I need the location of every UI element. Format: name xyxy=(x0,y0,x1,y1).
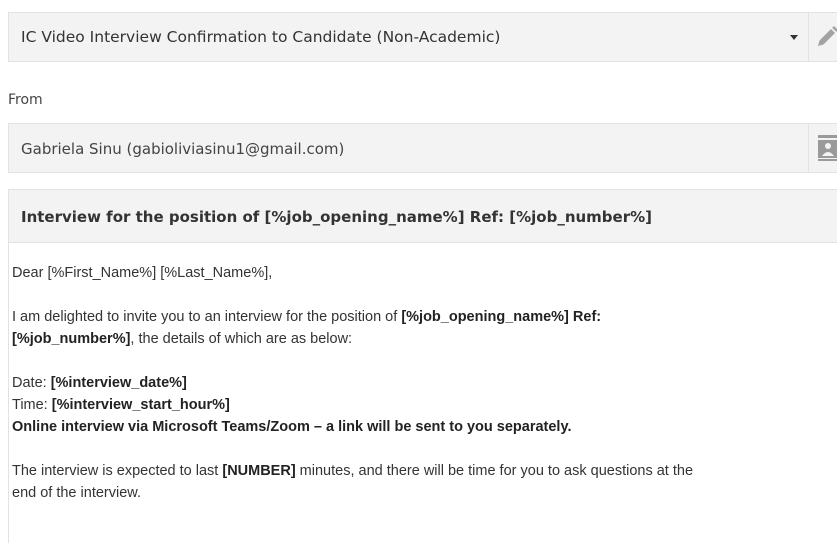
from-value: Gabriela Sinu (gabioliviasinu1@gmail.com… xyxy=(21,140,345,158)
body-greeting: Dear [%First_Name%] [%Last_Name%], xyxy=(12,265,273,281)
template-divider xyxy=(808,13,809,61)
body-text: , the details of which are as below: xyxy=(130,331,353,347)
email-template-select[interactable]: IC Video Interview Confirmation to Candi… xyxy=(8,12,837,62)
online-interview-text: Online interview via Microsoft Teams/Zoo… xyxy=(12,419,572,435)
body-text: minutes, and there will be time for you … xyxy=(295,463,694,479)
subject-field[interactable]: Interview for the position of [%job_open… xyxy=(8,189,837,243)
body-paragraph-1-line-1: I am delighted to invite you to an inter… xyxy=(12,306,601,328)
from-divider xyxy=(808,124,809,172)
from-field[interactable]: Gabriela Sinu (gabioliviasinu1@gmail.com… xyxy=(8,123,837,173)
body-date-line: Date: [%interview_date%] xyxy=(12,372,187,394)
email-template-value: IC Video Interview Confirmation to Candi… xyxy=(21,28,501,46)
body-paragraph-3-line-2: end of the interview. xyxy=(12,485,141,501)
body-text: The interview is expected to last xyxy=(12,463,223,479)
body-online-line: Online interview via Microsoft Teams/Zoo… xyxy=(12,416,571,438)
job-number-placeholder: [%job_number%] xyxy=(12,331,131,347)
body-text: I am delighted to invite you to an inter… xyxy=(12,309,402,325)
job-opening-placeholder: [%job_opening_name%] Ref: xyxy=(401,309,602,325)
body-paragraph-3-line-1: The interview is expected to last [NUMBE… xyxy=(12,460,693,482)
chevron-down-icon[interactable] xyxy=(790,35,798,40)
time-label: Time: xyxy=(12,397,52,413)
subject-value: Interview for the position of [%job_open… xyxy=(21,208,653,226)
body-time-line: Time: [%interview_start_hour%] xyxy=(12,394,230,416)
contact-card-icon[interactable] xyxy=(817,135,837,161)
date-placeholder: [%interview_date%] xyxy=(50,375,187,391)
email-body-editor[interactable]: Dear [%First_Name%] [%Last_Name%], I am … xyxy=(8,243,837,543)
time-placeholder: [%interview_start_hour%] xyxy=(51,397,230,413)
pencil-icon[interactable] xyxy=(815,25,837,49)
date-label: Date: xyxy=(12,375,51,391)
body-paragraph-1-line-2: [%job_number%], the details of which are… xyxy=(12,328,352,350)
number-placeholder: [NUMBER] xyxy=(222,463,296,479)
from-label: From xyxy=(8,92,43,108)
